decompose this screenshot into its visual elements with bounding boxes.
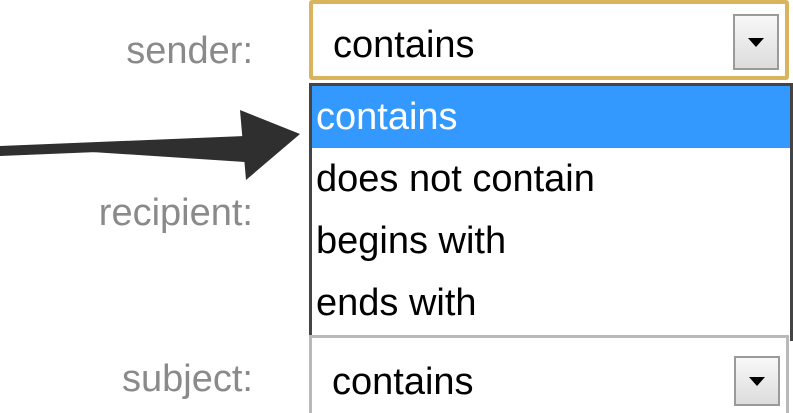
sender-condition-value: contains [333, 24, 475, 66]
chevron-down-icon [749, 377, 765, 386]
chevron-down-icon [748, 38, 764, 47]
subject-condition-select[interactable]: contains [309, 335, 789, 413]
option-begins-with[interactable]: begins with [312, 210, 790, 272]
option-does-not-contain[interactable]: does not contain [312, 148, 790, 210]
subject-condition-value: contains [332, 361, 474, 403]
option-ends-with[interactable]: ends with [312, 272, 790, 334]
sender-label: sender: [126, 30, 253, 72]
sender-dropdown-button[interactable] [733, 14, 779, 70]
sender-condition-select[interactable]: contains [309, 0, 789, 80]
subject-dropdown-button[interactable] [734, 356, 780, 406]
option-contains[interactable]: contains [312, 86, 790, 148]
subject-label: subject: [122, 358, 253, 400]
sender-condition-dropdown-list: contains does not contain begins with en… [309, 83, 793, 341]
arrow-right-icon [0, 110, 300, 180]
